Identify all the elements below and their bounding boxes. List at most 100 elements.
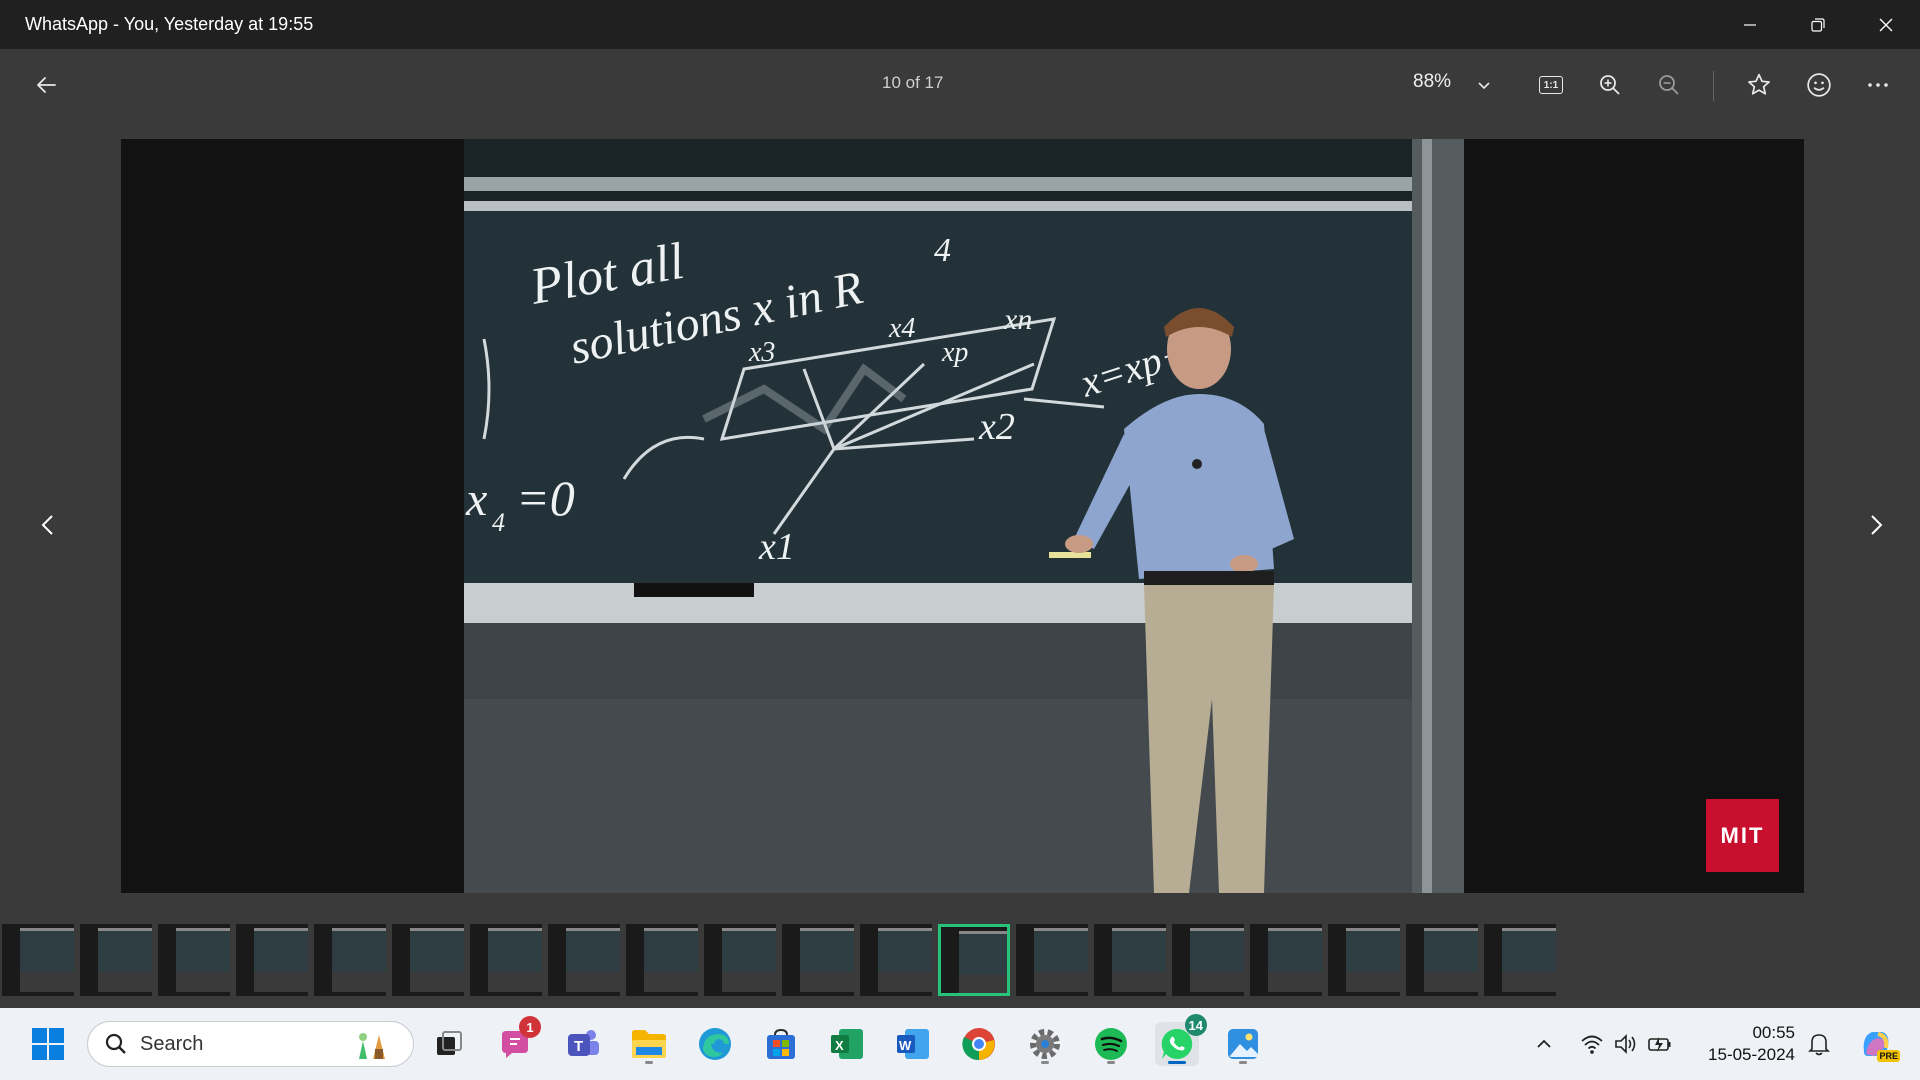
- filmstrip-thumbnail[interactable]: [1094, 924, 1166, 996]
- whatsapp-unread-badge: 14: [1184, 1014, 1207, 1036]
- react-button[interactable]: [1801, 67, 1837, 103]
- thumbnail-floor: [1346, 972, 1400, 992]
- board-text-sup: 4: [934, 232, 951, 269]
- zoom-level[interactable]: 88%: [1413, 71, 1451, 93]
- filmstrip-thumbnail[interactable]: [704, 924, 776, 996]
- actual-size-button[interactable]: 1:1: [1533, 67, 1569, 103]
- thumbnail-floor: [722, 972, 776, 992]
- active-indicator: [1168, 1061, 1186, 1064]
- close-button[interactable]: [1852, 0, 1920, 49]
- filmstrip-thumbnail[interactable]: [392, 924, 464, 996]
- chrome-icon: [962, 1028, 995, 1061]
- notification-badge: 1: [519, 1016, 541, 1038]
- filmstrip-thumbnail[interactable]: [236, 924, 308, 996]
- thumbnail-strip: [0, 922, 1920, 998]
- taskbar-app-whatsapp[interactable]: 14: [1155, 1014, 1207, 1066]
- filmstrip-thumbnail[interactable]: [938, 924, 1010, 996]
- running-indicator: [645, 1061, 653, 1064]
- thumbnail-floor: [1424, 972, 1478, 992]
- task-view-button[interactable]: [427, 1022, 471, 1066]
- filmstrip-thumbnail[interactable]: [1484, 924, 1556, 996]
- back-button[interactable]: [28, 67, 64, 103]
- taskbar-search[interactable]: Search: [87, 1021, 414, 1067]
- filmstrip-thumbnail[interactable]: [626, 924, 698, 996]
- image-viewport[interactable]: Plot all solutions x in R 4 x 4 =0 x3 x4…: [121, 139, 1804, 893]
- svg-text:X: X: [835, 1038, 844, 1053]
- filmstrip-thumbnail[interactable]: [80, 924, 152, 996]
- search-label: Search: [140, 1032, 204, 1055]
- taskbar-app-copilot-notes[interactable]: 1: [493, 1016, 541, 1066]
- taskbar-app-photos[interactable]: [1221, 1022, 1265, 1066]
- star-icon: [1748, 73, 1770, 95]
- taskbar-app-excel[interactable]: X: [825, 1022, 869, 1066]
- thumbnail-board: [1112, 928, 1166, 972]
- window-title: WhatsApp - You, Yesterday at 19:55: [25, 14, 314, 34]
- taskbar-app-chrome[interactable]: [957, 1022, 1001, 1066]
- filmstrip-thumbnail[interactable]: [1172, 924, 1244, 996]
- thumbnail-floor: [254, 972, 308, 992]
- network-button[interactable]: [1578, 1030, 1606, 1058]
- notifications-button[interactable]: [1805, 1030, 1833, 1058]
- filmstrip-thumbnail[interactable]: [470, 924, 542, 996]
- search-icon: [105, 1033, 126, 1054]
- zoom-out-button[interactable]: [1651, 67, 1687, 103]
- lecture-video-frame: Plot all solutions x in R 4 x 4 =0 x3 x4…: [464, 139, 1464, 893]
- taskbar-app-settings[interactable]: [1023, 1022, 1067, 1066]
- restore-icon: [1811, 17, 1825, 32]
- thumbnail-floor: [332, 972, 386, 992]
- taskbar-app-edge[interactable]: [693, 1022, 737, 1066]
- zoom-in-button[interactable]: [1592, 67, 1628, 103]
- more-options-button[interactable]: [1860, 67, 1896, 103]
- viewer-toolbar: 10 of 17 88% 1:1: [0, 49, 1920, 121]
- chevron-left-icon: [41, 515, 53, 535]
- filmstrip-thumbnail[interactable]: [1016, 924, 1088, 996]
- filmstrip-thumbnail[interactable]: [1406, 924, 1478, 996]
- restore-button[interactable]: [1784, 0, 1852, 49]
- taskbar-app-file-explorer[interactable]: [627, 1022, 671, 1066]
- taskbar-app-teams[interactable]: T: [561, 1022, 605, 1066]
- thumbnail-board: [410, 928, 464, 972]
- thumbnail-board: [1502, 928, 1556, 972]
- volume-button[interactable]: [1612, 1030, 1640, 1058]
- thumbnail-board: [488, 928, 542, 972]
- taskbar-app-spotify[interactable]: [1089, 1022, 1133, 1066]
- battery-button[interactable]: [1646, 1030, 1674, 1058]
- filmstrip-thumbnail[interactable]: [1328, 924, 1400, 996]
- next-image-button[interactable]: [1856, 505, 1896, 545]
- filmstrip-thumbnail[interactable]: [548, 924, 620, 996]
- photos-icon: [1228, 1029, 1258, 1059]
- taskbar-clock[interactable]: 00:55 15-05-2024: [1690, 1022, 1795, 1066]
- start-button[interactable]: [26, 1022, 70, 1066]
- taskbar-app-store[interactable]: [759, 1022, 803, 1066]
- actual-size-icon: 1:1: [1539, 76, 1563, 94]
- thumbnail-board: [20, 928, 74, 972]
- taskbar: Search 1 T X W 14 00:55 15-05-2024 PRE: [0, 1008, 1920, 1080]
- thumbnail-floor: [176, 972, 230, 992]
- filmstrip-thumbnail[interactable]: [158, 924, 230, 996]
- filmstrip-thumbnail[interactable]: [314, 924, 386, 996]
- thumbnail-board: [722, 928, 776, 972]
- copilot-button[interactable]: PRE: [1856, 1024, 1900, 1064]
- speaker-icon: [1615, 1034, 1636, 1054]
- word-icon: W: [897, 1029, 929, 1059]
- minimize-button[interactable]: [1716, 0, 1784, 49]
- previous-image-button[interactable]: [28, 505, 68, 545]
- store-icon: [767, 1028, 795, 1059]
- filmstrip-thumbnail[interactable]: [2, 924, 74, 996]
- filmstrip-thumbnail[interactable]: [860, 924, 932, 996]
- star-button[interactable]: [1741, 67, 1777, 103]
- filmstrip-thumbnail[interactable]: [782, 924, 854, 996]
- thumbnail-board: [176, 928, 230, 972]
- zoom-dropdown-button[interactable]: [1470, 71, 1498, 99]
- copilot-pre-label: PRE: [1879, 1051, 1898, 1061]
- filmstrip-thumbnail[interactable]: [1250, 924, 1322, 996]
- show-hidden-icons-button[interactable]: [1530, 1030, 1558, 1058]
- thumbnail-floor: [1502, 972, 1556, 992]
- taskbar-app-word[interactable]: W: [891, 1022, 935, 1066]
- svg-text:W: W: [899, 1038, 912, 1053]
- running-indicator: [1041, 1061, 1049, 1064]
- task-view-icon: [437, 1031, 462, 1055]
- clock-date: 15-05-2024: [1708, 1045, 1795, 1064]
- thumbnail-board: [878, 928, 932, 972]
- thumbnail-floor: [878, 972, 932, 992]
